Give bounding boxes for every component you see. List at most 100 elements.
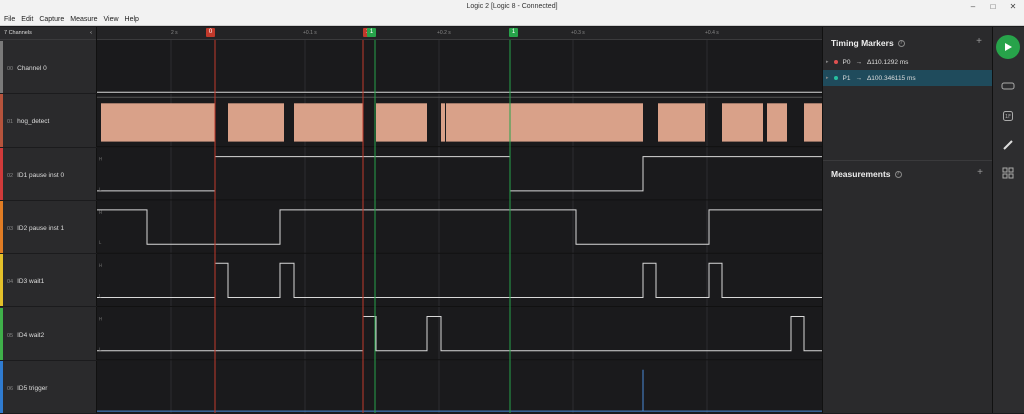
channel-name: ID4 wait2: [17, 331, 45, 339]
channel-name: Channel 0: [17, 65, 47, 72]
low-label: L: [99, 240, 102, 245]
measure-ruler-icon[interactable]: [1001, 139, 1015, 151]
waveform-trace: [97, 316, 822, 352]
play-icon: [1005, 43, 1012, 51]
waveform-area[interactable]: HLHLHLHL: [97, 40, 822, 413]
high-label: H: [99, 210, 102, 215]
channels-header: 7 Channels ‹: [0, 27, 96, 40]
analyzers-icon[interactable]: 1F: [1001, 110, 1015, 122]
menu-edit[interactable]: Edit: [21, 13, 33, 25]
menu-help[interactable]: Help: [125, 13, 139, 25]
add-measurement-icon[interactable]: +: [977, 167, 983, 178]
channel-row[interactable]: 05 ID4 wait2: [0, 307, 97, 361]
hog-detect-block: [441, 103, 445, 142]
svg-text:1F: 1F: [1005, 114, 1011, 120]
channel-row[interactable]: 01 hog_detect: [0, 94, 97, 148]
minimize-icon[interactable]: –: [968, 0, 978, 13]
channel-label[interactable]: 01 hog_detect: [7, 118, 49, 125]
channel-color-bar: [0, 94, 3, 147]
arrow-icon: →: [855, 58, 862, 66]
timing-marker-row-p1[interactable]: ▸ P1 → Δ100.346115 ms: [823, 70, 992, 86]
channel-row[interactable]: 00 Channel 0: [0, 41, 97, 95]
channel-row[interactable]: 02 ID1 pause inst 0: [0, 147, 97, 201]
marker-dot-icon: [833, 76, 838, 80]
tick-label: +0.4 s: [705, 30, 719, 36]
help-icon[interactable]: ?: [894, 170, 902, 178]
tick-label: 2 s: [171, 30, 178, 36]
marker-flag[interactable]: 1: [509, 28, 518, 37]
time-ruler[interactable]: 2 s +0.1 s +0.2 s +0.3 s +0.4 s 0 1 1 1: [97, 27, 822, 40]
marker-flag[interactable]: 0: [206, 28, 215, 37]
menu-file[interactable]: File: [4, 13, 15, 25]
channel-number: 04: [7, 279, 14, 286]
waveform-trace: [97, 209, 822, 245]
chevron-left-icon[interactable]: ‹: [90, 27, 92, 39]
menu-measure[interactable]: Measure: [70, 13, 97, 25]
tick-label: +0.3 s: [571, 30, 585, 36]
marker-name: P1: [842, 74, 851, 82]
marker-delta: Δ100.346115 ms: [866, 74, 916, 82]
add-marker-icon[interactable]: +: [976, 36, 982, 47]
tick-label: +0.2 s: [437, 30, 451, 36]
measurements-title: Measurements ?: [831, 169, 985, 179]
marker-name: P0: [842, 58, 851, 66]
channel-name: hog_detect: [17, 118, 50, 126]
chevron-right-icon[interactable]: ▸: [826, 75, 829, 81]
divider: [823, 160, 993, 161]
right-toolbar: 1F: [992, 27, 1024, 413]
channel-number: 06: [7, 385, 14, 392]
channel-label[interactable]: 03 ID2 pause inst 1: [7, 225, 64, 232]
hog-detect-block: [658, 103, 705, 142]
channel-label[interactable]: 04 ID3 wait1: [7, 278, 44, 285]
channel-color-bar: [0, 200, 3, 254]
channel-name: ID2 pause inst 1: [17, 224, 65, 232]
channel-row[interactable]: 06 ID5 trigger: [0, 360, 97, 414]
channel-color-bar: [0, 307, 3, 360]
waveform-trace: [97, 156, 822, 192]
channel-label[interactable]: 05 ID4 wait2: [7, 332, 44, 339]
channel-row[interactable]: 04 ID3 wait1: [0, 254, 97, 308]
channel-name: ID5 trigger: [17, 384, 48, 392]
timing-marker-row-p0[interactable]: ▸ P0 → Δ110.1292 ms: [823, 54, 992, 70]
channel-color-bar: [0, 41, 3, 94]
channel-number: 05: [7, 332, 14, 339]
high-label: H: [99, 263, 102, 268]
channel-label[interactable]: 00 Channel 0: [7, 65, 47, 72]
channels-panel: 7 Channels ‹ 00 Channel 0 01 hog_detect 02 ID…: [0, 27, 97, 414]
device-settings-icon[interactable]: [1001, 81, 1015, 93]
channel-row[interactable]: 03 ID2 pause inst 1: [0, 200, 97, 255]
marker-flag[interactable]: 1: [367, 28, 376, 37]
help-icon[interactable]: ?: [897, 39, 905, 47]
hog-detect-block: [722, 103, 763, 142]
maximize-icon[interactable]: □: [988, 0, 998, 13]
timeline[interactable]: 2 s +0.1 s +0.2 s +0.3 s +0.4 s 0 1 1 1 …: [97, 27, 822, 413]
channel-number: 01: [7, 119, 14, 126]
channel-color-bar: [0, 254, 3, 307]
hog-detect-block: [101, 103, 215, 142]
channel-color-bar: [0, 360, 3, 414]
menu-capture[interactable]: Capture: [39, 13, 64, 25]
hog-detect-block: [804, 103, 822, 142]
window-titlebar: Logic 2 [Logic 8 - Connected] – □ ✕: [0, 0, 1024, 13]
marker-delta: Δ110.1292 ms: [866, 58, 909, 66]
measurements-label: Measurements: [831, 169, 891, 179]
menu-view[interactable]: View: [103, 13, 118, 25]
channel-label[interactable]: 06 ID5 trigger: [7, 385, 47, 392]
channel-color-bar: [0, 147, 3, 200]
hog-detect-block: [294, 103, 363, 142]
extensions-icon[interactable]: [1001, 167, 1015, 179]
channels-count: 7 Channels: [4, 30, 32, 36]
channel-name: ID1 pause inst 0: [17, 171, 65, 179]
high-label: H: [99, 157, 102, 162]
close-icon[interactable]: ✕: [1008, 0, 1018, 13]
channel-number: 02: [7, 172, 14, 179]
arrow-icon: →: [855, 74, 862, 82]
high-label: H: [99, 317, 102, 322]
hog-detect-block: [767, 103, 787, 142]
timing-markers-title: Timing Markers ?: [831, 38, 984, 48]
channel-label[interactable]: 02 ID1 pause inst 0: [7, 172, 64, 179]
chevron-right-icon[interactable]: ▸: [826, 59, 829, 65]
window-title: Logic 2 [Logic 8 - Connected]: [466, 3, 558, 10]
start-capture-button[interactable]: [996, 35, 1020, 59]
channel-number: 03: [7, 225, 14, 232]
